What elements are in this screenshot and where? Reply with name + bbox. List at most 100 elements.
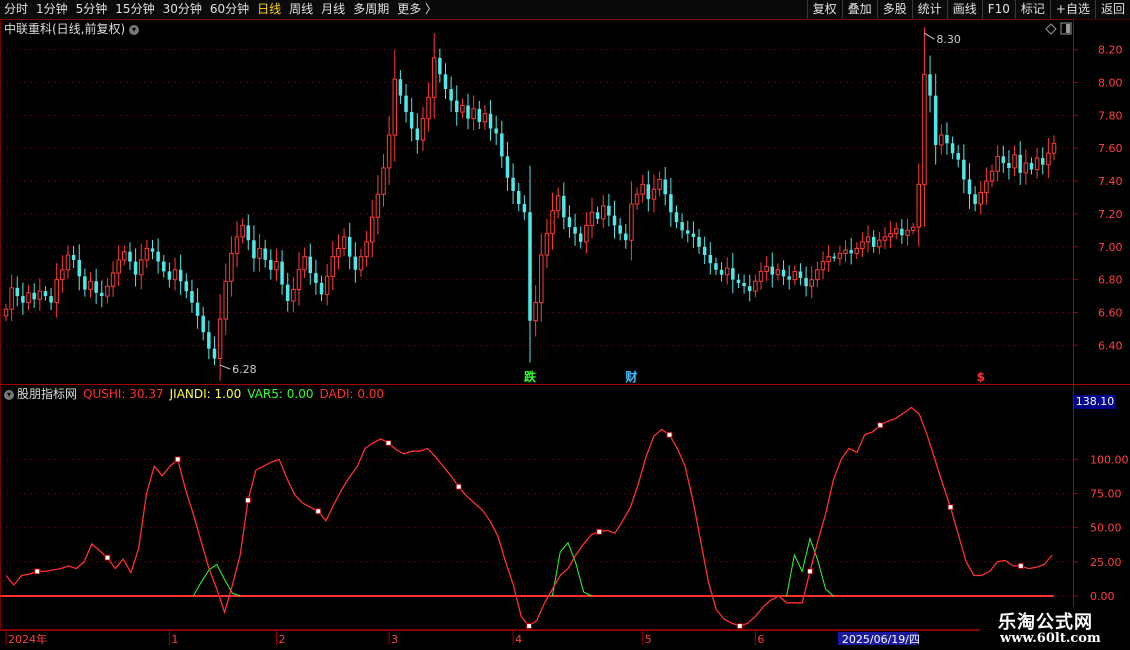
candle-body-18 bbox=[105, 285, 110, 297]
candle-body-102 bbox=[578, 233, 583, 242]
indicator-title: ▾ 股朋指标网 QUSHI: 30.37 JIANDI: 1.00 VAR5: 0.0… bbox=[4, 386, 384, 402]
candle-body-53 bbox=[302, 256, 307, 271]
candle-body-100 bbox=[567, 217, 572, 228]
candle-body-66 bbox=[375, 193, 381, 218]
diamond-icon bbox=[1045, 23, 1057, 35]
candle-body-101 bbox=[573, 227, 577, 234]
candle-body-94 bbox=[533, 302, 538, 322]
candle-body-115 bbox=[651, 188, 657, 200]
x-tick-label-2: 2 bbox=[278, 633, 285, 646]
ind-tick-label-1: 25.00 bbox=[1090, 556, 1122, 569]
candle-body-148 bbox=[837, 252, 843, 259]
ind-tick-label-3: 75.00 bbox=[1090, 488, 1122, 501]
candle-body-161 bbox=[910, 226, 916, 231]
x-tick-label-3: 3 bbox=[391, 633, 398, 646]
candle-body-48 bbox=[274, 261, 279, 271]
candle-body-160 bbox=[905, 229, 910, 236]
candle-body-183 bbox=[1034, 157, 1040, 171]
candle-body-33 bbox=[190, 291, 194, 303]
qushi-marker-94 bbox=[736, 623, 743, 629]
candle-body-91 bbox=[516, 190, 521, 205]
candle-body-77 bbox=[438, 57, 442, 75]
candle-body-128 bbox=[724, 267, 730, 276]
candle-body-5 bbox=[32, 292, 36, 300]
candle-body-84 bbox=[477, 108, 482, 122]
candle-body-127 bbox=[719, 269, 724, 275]
high-label: 8.30 bbox=[936, 33, 961, 46]
chevron-down-icon[interactable]: ▾ bbox=[4, 389, 14, 400]
candle-body-81 bbox=[460, 105, 465, 113]
candle-body-152 bbox=[860, 241, 865, 249]
high-pointer bbox=[924, 32, 935, 40]
series-line-VAR5-1 bbox=[551, 541, 592, 597]
candle-body-145 bbox=[820, 261, 826, 271]
main-chart-title[interactable]: 中联重科(日线,前复权) ▾ bbox=[4, 21, 142, 37]
candle-body-119 bbox=[674, 212, 679, 223]
low-pointer bbox=[219, 364, 231, 370]
candle-body-88 bbox=[500, 133, 504, 157]
candle-body-49 bbox=[280, 261, 284, 285]
candle-body-130 bbox=[736, 279, 741, 283]
candle-body-89 bbox=[505, 156, 510, 178]
candle-body-158 bbox=[893, 228, 899, 235]
chart-frame bbox=[0, 19, 1074, 630]
qushi-marker-76 bbox=[596, 528, 603, 535]
candle-body-47 bbox=[269, 259, 273, 270]
price-tick-label-9: 8.20 bbox=[1098, 44, 1123, 57]
candle-body-117 bbox=[663, 179, 667, 195]
candle-body-87 bbox=[494, 128, 498, 134]
candle-body-111 bbox=[629, 203, 634, 241]
candle-body-151 bbox=[854, 247, 860, 254]
candle-body-105 bbox=[595, 212, 600, 219]
candle-body-61 bbox=[347, 236, 352, 257]
candle-body-163 bbox=[922, 73, 927, 185]
candle-body-10 bbox=[60, 269, 65, 281]
candle-body-96 bbox=[544, 233, 550, 256]
chevron-down-icon[interactable]: ▾ bbox=[129, 24, 140, 35]
qushi-marker-40 bbox=[315, 508, 322, 515]
candle-body-19 bbox=[110, 272, 116, 287]
candle-body-171 bbox=[967, 179, 972, 195]
candle-body-68 bbox=[386, 134, 392, 169]
candle-body-41 bbox=[234, 236, 240, 254]
candle-body-155 bbox=[877, 239, 882, 248]
candle-body-37 bbox=[212, 348, 217, 359]
candle-body-177 bbox=[1001, 156, 1006, 163]
signal-marker-2: $ bbox=[977, 370, 985, 384]
candle-body-35 bbox=[201, 315, 205, 333]
candle-body-23 bbox=[133, 261, 138, 275]
candle-body-27 bbox=[156, 251, 160, 262]
candle-body-123 bbox=[697, 236, 701, 247]
candle-body-146 bbox=[826, 256, 831, 263]
candle-body-59 bbox=[336, 247, 341, 258]
candle-body-34 bbox=[195, 302, 200, 316]
candle-body-116 bbox=[657, 178, 662, 190]
candle-body-86 bbox=[488, 113, 493, 129]
candle-body-7 bbox=[43, 291, 48, 297]
candle-body-162 bbox=[916, 183, 922, 228]
candle-body-164 bbox=[928, 74, 932, 96]
candle-body-126 bbox=[714, 263, 718, 270]
candle-body-168 bbox=[950, 143, 955, 154]
candle-body-29 bbox=[167, 271, 172, 280]
candle-body-58 bbox=[330, 256, 336, 277]
candle-body-17 bbox=[100, 292, 104, 297]
candle-body-69 bbox=[392, 78, 398, 136]
candle-body-78 bbox=[443, 74, 448, 90]
watermark: 乐淘公式网 www.60lt.com bbox=[980, 607, 1130, 650]
candle-body-13 bbox=[77, 259, 81, 277]
x-tick-label-1: 1 bbox=[171, 633, 178, 646]
candle-body-38 bbox=[217, 318, 223, 360]
candle-body-169 bbox=[956, 153, 960, 160]
price-tick-label-4: 7.20 bbox=[1098, 208, 1123, 221]
candle-body-186 bbox=[1051, 142, 1057, 154]
candle-body-132 bbox=[747, 286, 752, 292]
ind-tick-label-2: 50.00 bbox=[1090, 522, 1122, 535]
candle-body-133 bbox=[753, 280, 758, 292]
x-tick-label-6: 6 bbox=[757, 633, 764, 646]
series-line-QUSHI bbox=[5, 406, 1053, 627]
candle-body-1 bbox=[9, 287, 14, 310]
indicator-name[interactable]: ▾ 股朋指标网 bbox=[4, 386, 77, 402]
x-tick-label-5: 5 bbox=[645, 633, 652, 646]
candle-body-3 bbox=[21, 296, 25, 303]
